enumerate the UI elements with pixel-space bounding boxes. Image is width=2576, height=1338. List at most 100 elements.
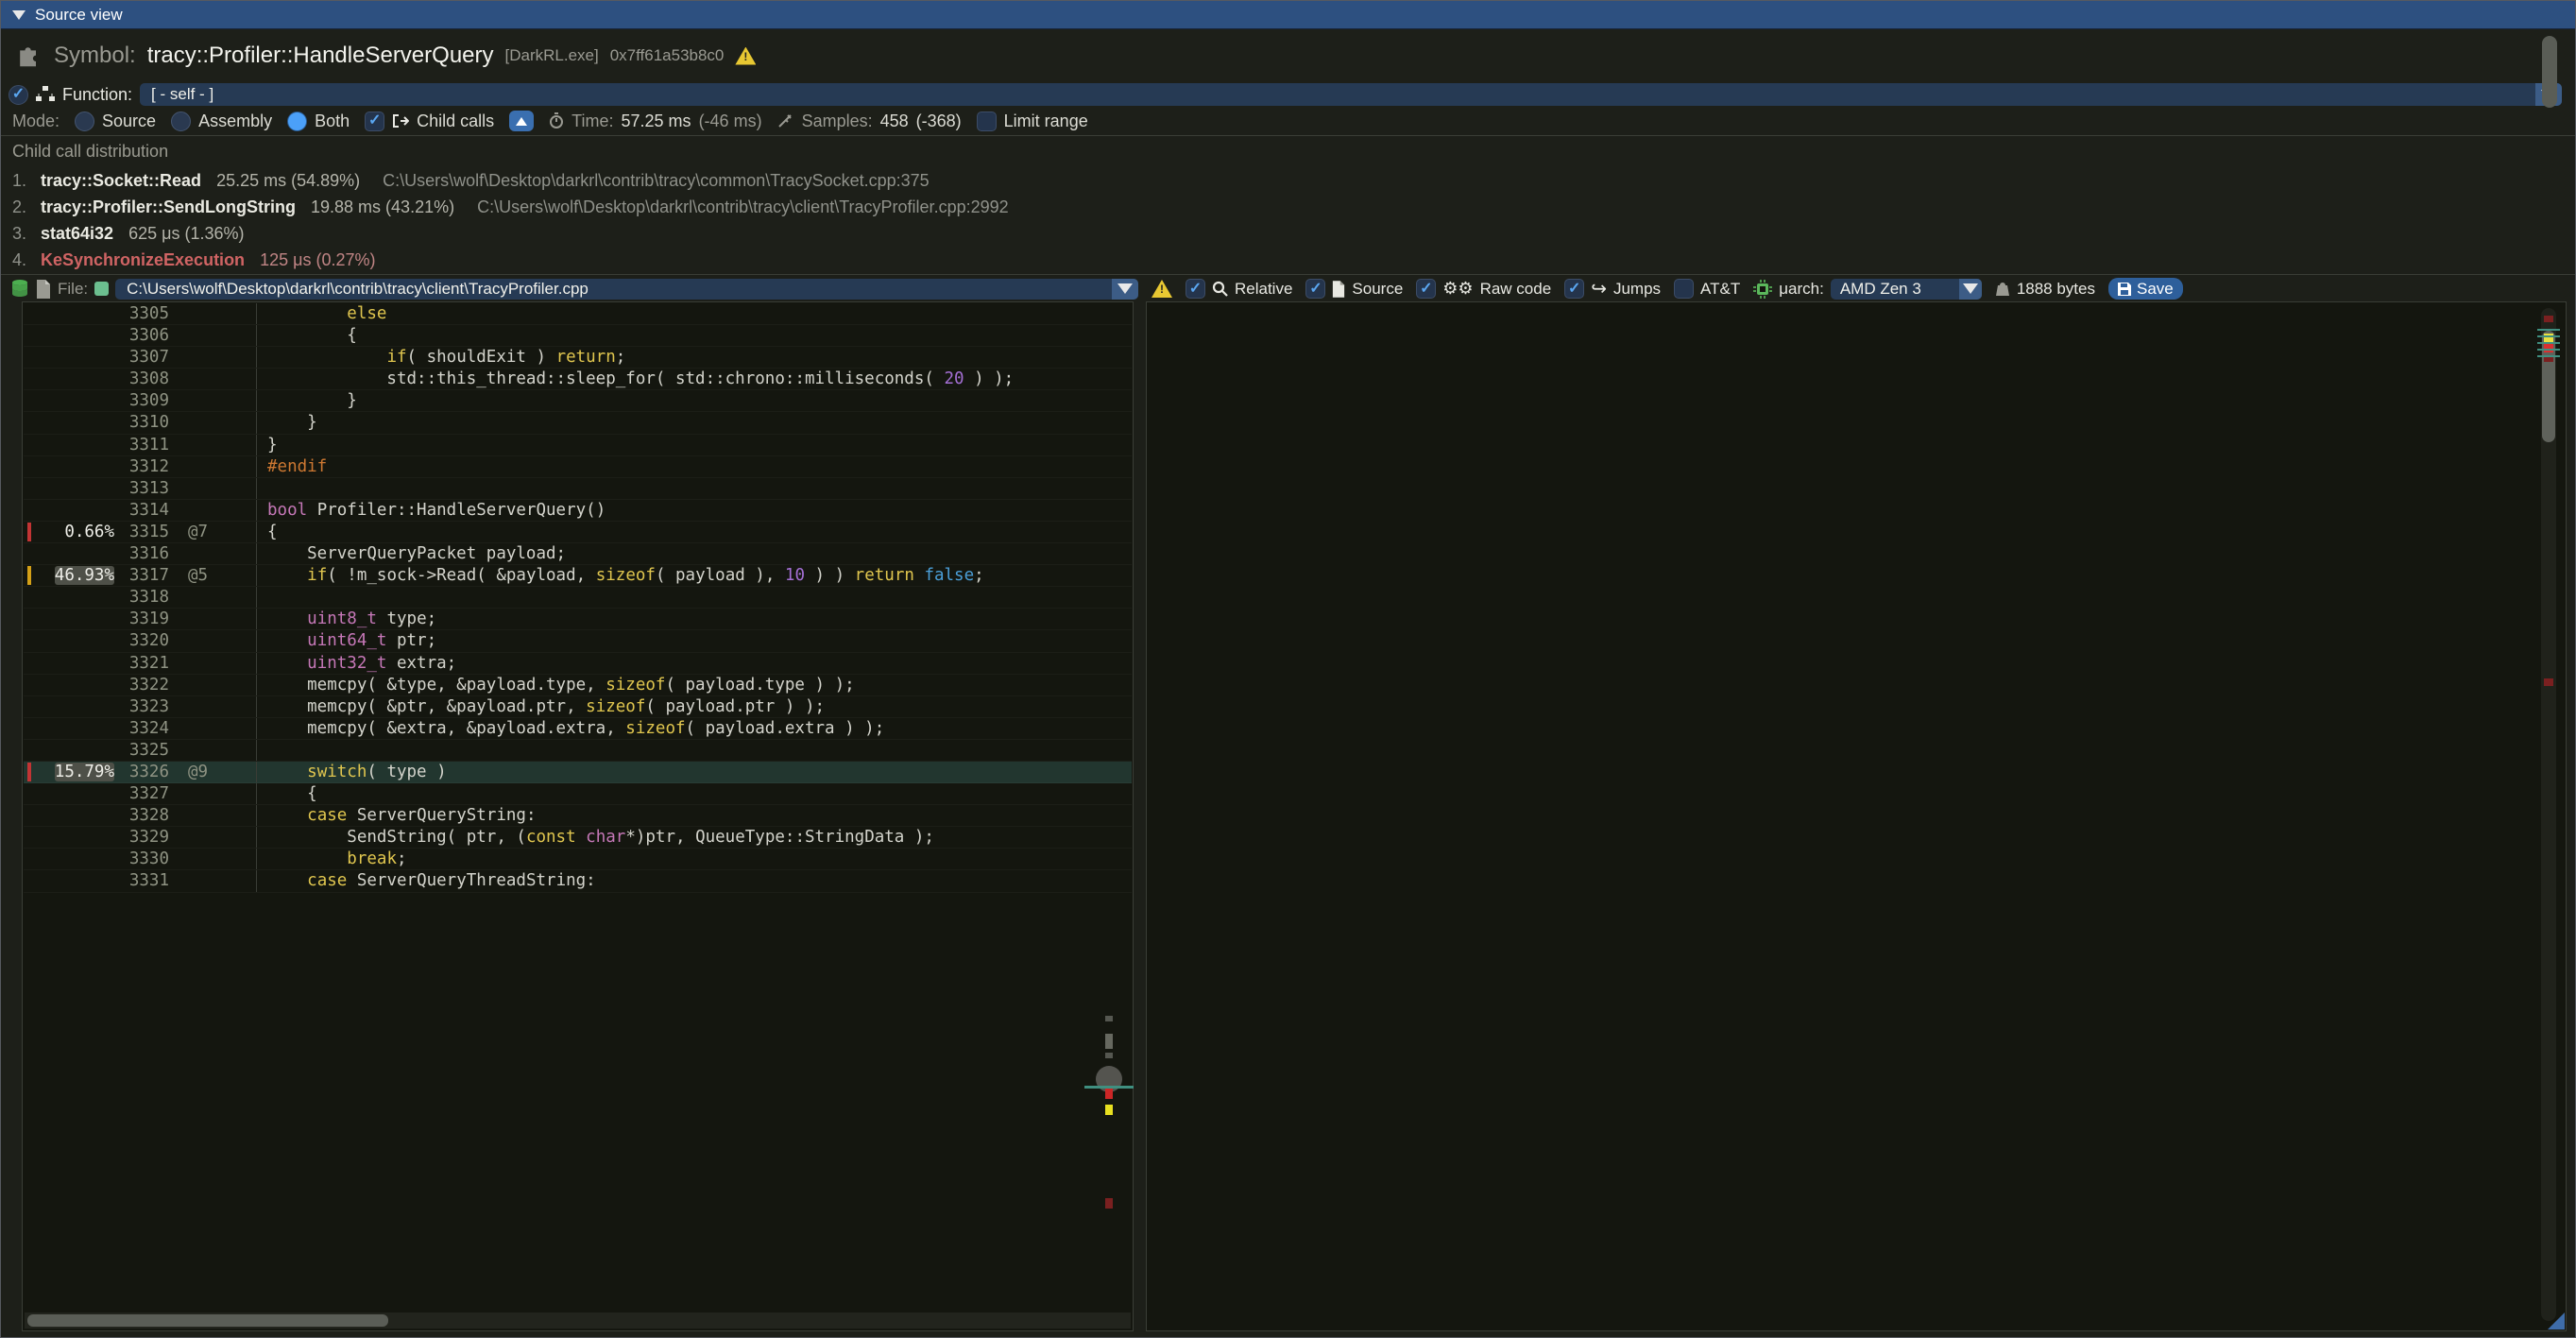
limit-range-checkbox[interactable]: ✓ Limit range	[977, 112, 1088, 131]
source-line[interactable]: 3327 {	[24, 783, 1132, 805]
database-icon[interactable]	[10, 279, 29, 300]
source-line[interactable]: 3305 else	[24, 303, 1132, 325]
mode-both-radio[interactable]: Both	[287, 112, 350, 131]
file-path: C:\Users\wolf\Desktop\darkrl\contrib\tra…	[127, 280, 589, 299]
source-line[interactable]: 3308 std::this_thread::sleep_for( std::c…	[24, 369, 1132, 390]
scroll-highlight-stripe	[2537, 329, 2560, 331]
line-number: 3318	[114, 587, 169, 608]
line-number: 3328	[114, 805, 169, 826]
child-call-item[interactable]: 1.tracy::Socket::Read25.25 ms (54.89%)C:…	[12, 167, 2575, 194]
att-checkbox[interactable]: ✓ AT&T	[1674, 279, 1740, 299]
source-line[interactable]: 46.93%3317@5 if( !m_sock->Read( &payload…	[24, 565, 1132, 587]
source-line[interactable]: 3313	[24, 478, 1132, 500]
source-hscrollbar[interactable]	[25, 1312, 1131, 1329]
source-hscroll-thumb[interactable]	[27, 1314, 388, 1327]
source-line[interactable]: 3323 memcpy( &ptr, &payload.ptr, sizeof(…	[24, 696, 1132, 718]
line-number: 3311	[114, 435, 169, 455]
source-line[interactable]: 15.79%3326@9 switch( type )	[24, 762, 1132, 783]
jumps-label: Jumps	[1613, 280, 1661, 299]
raw-code-label: Raw code	[1480, 280, 1552, 299]
source-line[interactable]: 3325	[24, 740, 1132, 762]
line-number: 3312	[114, 456, 169, 477]
file-select[interactable]: C:\Users\wolf\Desktop\darkrl\contrib\tra…	[115, 279, 1138, 300]
source-line[interactable]: 3319 uint8_t type;	[24, 609, 1132, 630]
child-call-item[interactable]: 2.tracy::Profiler::SendLongString19.88 m…	[12, 194, 2575, 220]
collapse-icon[interactable]	[12, 10, 26, 20]
warning-icon[interactable]	[735, 47, 756, 65]
source-line[interactable]: 3321 uint32_t extra;	[24, 653, 1132, 675]
march-value: AMD Zen 3	[1840, 280, 1921, 299]
source-checkbox[interactable]: ✓ Source	[1305, 279, 1403, 299]
magnifier-icon	[1212, 281, 1228, 297]
function-value: [ - self - ]	[151, 85, 213, 104]
source-line[interactable]: 0.66%3315@7{	[24, 522, 1132, 543]
march-label: μarch:	[1779, 280, 1824, 299]
source-line[interactable]: 3306 {	[24, 325, 1132, 347]
pane-splitter[interactable]	[1134, 301, 1146, 1331]
jumps-checkbox[interactable]: ✓ ↪ Jumps	[1564, 277, 1661, 300]
child-call-item[interactable]: 3.stat64i32625 μs (1.36%)	[12, 220, 2575, 247]
line-number: 3308	[114, 369, 169, 389]
child-calls-icon	[392, 113, 409, 129]
source-line[interactable]: 3312#endif	[24, 456, 1132, 478]
file-select-arrow[interactable]	[1112, 279, 1138, 300]
child-call-heading: Child call distribution	[12, 142, 2575, 162]
child-call-item[interactable]: 4.KeSynchronizeExecution125 μs (0.27%)	[12, 247, 2575, 273]
source-line[interactable]: 3309 }	[24, 390, 1132, 412]
symbol-address: 0x7ff61a53b8c0	[610, 46, 725, 65]
child-call-distribution: Child call distribution 1.tracy::Socket:…	[1, 136, 2575, 274]
asm-warning-icon[interactable]	[1152, 280, 1172, 298]
cpu-icon	[1753, 280, 1772, 299]
function-checkbox[interactable]: ✓	[9, 85, 28, 105]
source-line[interactable]: 3328 case ServerQueryString:	[24, 805, 1132, 827]
line-number: 3310	[114, 412, 169, 433]
file-icon[interactable]	[36, 280, 51, 299]
assembly-vscrollbar[interactable]	[2541, 308, 2556, 1321]
mode-both-label: Both	[315, 112, 350, 131]
scroll-marker-red	[1105, 1089, 1113, 1099]
collapse-up-button[interactable]	[509, 111, 534, 131]
line-number: 3330	[114, 849, 169, 869]
source-line[interactable]: 3324 memcpy( &extra, &payload.extra, siz…	[24, 718, 1132, 740]
source-lines: 3305 else3306 {3307 if( shouldExit ) ret…	[24, 303, 1132, 1329]
source-pane: 3305 else3306 {3307 if( shouldExit ) ret…	[22, 301, 1134, 1331]
march-select[interactable]: AMD Zen 3	[1831, 279, 1982, 300]
source-line[interactable]: 3311}	[24, 435, 1132, 456]
source-line[interactable]: 3329 SendString( ptr, (const char*)ptr, …	[24, 827, 1132, 849]
source-view-window: Source view Symbol: tracy::Profiler::Han…	[0, 0, 2576, 1338]
source-line[interactable]: 3318	[24, 587, 1132, 609]
source-line[interactable]: 3314bool Profiler::HandleServerQuery()	[24, 500, 1132, 522]
assembly-rows	[1148, 303, 2565, 1329]
asm-toolbar: ✓ Relative ✓ Source ✓ ⚙⚙ Raw code ✓ ↪ Ju…	[1138, 277, 2575, 300]
line-number: 3309	[114, 390, 169, 411]
source-line[interactable]: 3310 }	[24, 412, 1132, 434]
child-calls-checkbox[interactable]: ✓ Child calls	[365, 112, 494, 131]
file-bar: File: C:\Users\wolf\Desktop\darkrl\contr…	[1, 276, 2575, 301]
source-line[interactable]: 3322 memcpy( &type, &payload.type, sizeo…	[24, 675, 1132, 696]
mode-source-radio[interactable]: Source	[75, 112, 156, 131]
sample-bar	[27, 566, 31, 585]
assembly-pane	[1146, 301, 2567, 1331]
march-select-arrow[interactable]	[1959, 279, 1982, 300]
line-number: 3321	[114, 653, 169, 674]
relative-checkbox[interactable]: ✓ Relative	[1186, 279, 1292, 299]
function-select[interactable]: [ - self - ]	[140, 83, 2562, 106]
symbol-module: [DarkRL.exe]	[505, 46, 599, 65]
raw-code-checkbox[interactable]: ✓ ⚙⚙ Raw code	[1416, 279, 1551, 299]
line-number: 3326	[114, 762, 169, 782]
mode-assembly-radio[interactable]: Assembly	[171, 112, 272, 131]
source-line[interactable]: 3331 case ServerQueryThreadString:	[24, 870, 1132, 892]
weight-icon	[1995, 282, 2010, 297]
save-button[interactable]: Save	[2108, 278, 2183, 300]
resize-grip[interactable]	[2548, 1312, 2565, 1329]
source-line[interactable]: 3320 uint64_t ptr;	[24, 630, 1132, 652]
source-line[interactable]: 3316 ServerQueryPacket payload;	[24, 543, 1132, 565]
line-number: 3306	[114, 325, 169, 346]
child-call-scrollbar[interactable]	[2542, 36, 2557, 108]
source-line[interactable]: 3330 break;	[24, 849, 1132, 870]
scroll-highlight-stripe	[2537, 355, 2560, 357]
title-bar[interactable]: Source view	[1, 1, 2575, 29]
samples-value: 458	[880, 112, 909, 131]
mode-row: Mode: Source Assembly Both ✓ Child calls…	[12, 107, 1088, 135]
source-line[interactable]: 3307 if( shouldExit ) return;	[24, 347, 1132, 369]
